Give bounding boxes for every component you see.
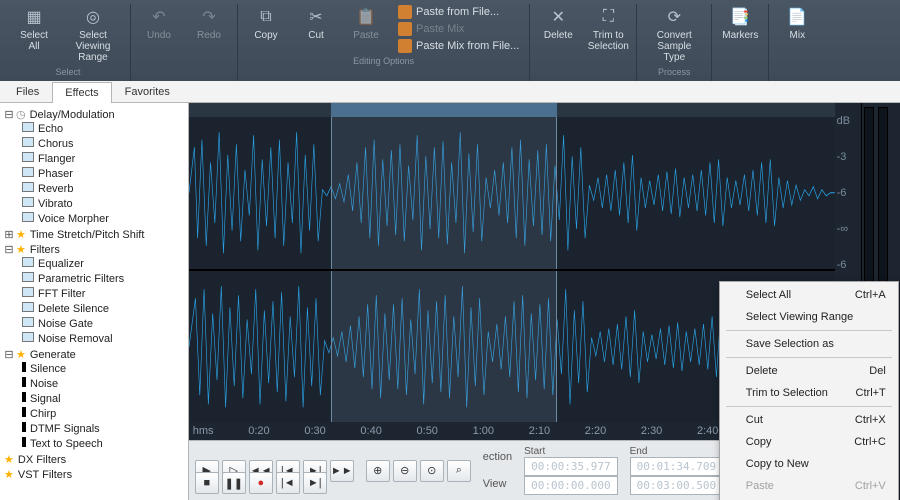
select-all-button[interactable]: ▦Select All <box>12 4 56 65</box>
copy-button[interactable]: ⧉Copy <box>244 4 288 54</box>
effects-tree: ⊟◷Delay/Modulation Echo Chorus Flanger P… <box>2 107 186 482</box>
tree-node-generate[interactable]: ⊟★Generate Silence Noise Signal Chirp DT… <box>4 347 186 452</box>
paste-from-file-button[interactable]: Paste from File... <box>394 4 523 20</box>
tree-node-time-stretch[interactable]: ⊞★Time Stretch/Pitch Shift <box>4 227 186 242</box>
paste-mix-button: Paste Mix <box>394 21 523 37</box>
ctx-copy[interactable]: CopyCtrl+C <box>722 431 896 453</box>
copy-icon: ⧉ <box>255 6 277 28</box>
select-all-icon: ▦ <box>23 6 45 28</box>
markers-button[interactable]: 📑Markers <box>718 4 762 54</box>
process-group-label: Process <box>658 67 691 77</box>
paste-button[interactable]: 📋Paste <box>344 4 388 54</box>
tree-leaf-dtmf[interactable]: DTMF Signals <box>18 421 186 436</box>
paste-mix-from-file-button[interactable]: Paste Mix from File... <box>394 38 523 54</box>
selection-end-value: 00:01:34.709 <box>630 457 723 476</box>
file-icon <box>398 39 412 53</box>
ctx-select-viewing-range[interactable]: Select Viewing Range <box>722 306 896 328</box>
file-icon <box>398 22 412 36</box>
start-label: Start <box>524 446 617 457</box>
redo-button[interactable]: ↷Redo <box>187 4 231 54</box>
tree-leaf-signal[interactable]: Signal <box>18 391 186 406</box>
tree-leaf-equalizer[interactable]: Equalizer <box>18 256 186 271</box>
zoom-in-button[interactable]: ⊕ <box>366 460 390 482</box>
tree-leaf-reverb[interactable]: Reverb <box>18 181 186 196</box>
ctx-select-all[interactable]: Select AllCtrl+A <box>722 284 896 306</box>
markers-icon: 📑 <box>729 6 751 28</box>
prev-marker-button[interactable]: |◄ <box>276 472 300 494</box>
select-group-label: Select <box>55 67 80 77</box>
ribbon: ▦Select All ◎Select Viewing Range Select… <box>0 0 900 81</box>
tree-leaf-parametric-filters[interactable]: Parametric Filters <box>18 271 186 286</box>
stop-button[interactable]: ■ <box>195 472 219 494</box>
tree-leaf-noise-gate[interactable]: Noise Gate <box>18 316 186 331</box>
timeline-overview[interactable] <box>189 103 835 117</box>
redo-icon: ↷ <box>198 6 220 28</box>
zoom-fit-button[interactable]: ⊙ <box>420 460 444 482</box>
select-viewing-range-button[interactable]: ◎Select Viewing Range <box>62 4 124 65</box>
trim-icon: ⛶ <box>597 6 619 28</box>
tree-leaf-delete-silence[interactable]: Delete Silence <box>18 301 186 316</box>
selection-start-value: 00:00:35.977 <box>524 457 617 476</box>
view-start-value: 00:00:00.000 <box>524 476 617 495</box>
pause-button[interactable]: ❚❚ <box>222 472 246 494</box>
mix-icon: 📄 <box>786 6 808 28</box>
paste-icon: 📋 <box>355 6 377 28</box>
next-marker-button[interactable]: ►| <box>303 472 327 494</box>
tree-node-delay-modulation[interactable]: ⊟◷Delay/Modulation Echo Chorus Flanger P… <box>4 107 186 227</box>
tree-leaf-voice-morpher[interactable]: Voice Morpher <box>18 211 186 226</box>
tree-leaf-silence[interactable]: Silence <box>18 361 186 376</box>
cut-button[interactable]: ✂Cut <box>294 4 338 54</box>
tab-files[interactable]: Files <box>3 81 52 102</box>
side-tabs: Files Effects Favorites <box>0 81 900 103</box>
convert-sample-type-button[interactable]: ⟳Convert Sample Type <box>643 4 705 65</box>
ctx-copy-to-new[interactable]: Copy to New <box>722 453 896 475</box>
undo-button[interactable]: ↶Undo <box>137 4 181 54</box>
ctx-paste: PasteCtrl+V <box>722 475 896 497</box>
cut-icon: ✂ <box>305 6 327 28</box>
end-label: End <box>630 446 723 457</box>
tree-node-filters[interactable]: ⊟★Filters Equalizer Parametric Filters F… <box>4 242 186 347</box>
forward-button[interactable]: ►► <box>330 460 354 482</box>
selection-label: ection <box>483 451 512 463</box>
tree-leaf-noise[interactable]: Noise <box>18 376 186 391</box>
tree-node-dx-filters[interactable]: ★DX Filters <box>4 452 186 467</box>
tree-node-vst-filters[interactable]: ★VST Filters <box>4 467 186 482</box>
convert-icon: ⟳ <box>663 6 685 28</box>
ctx-trim-to-selection[interactable]: Trim to SelectionCtrl+T <box>722 382 896 404</box>
tree-leaf-echo[interactable]: Echo <box>18 121 186 136</box>
main-area: ⊟◷Delay/Modulation Echo Chorus Flanger P… <box>0 103 900 500</box>
file-icon <box>398 5 412 19</box>
tree-leaf-tts[interactable]: Text to Speech <box>18 436 186 451</box>
undo-icon: ↶ <box>148 6 170 28</box>
ctx-save-selection-as[interactable]: Save Selection as <box>722 333 896 355</box>
zoom-out-button[interactable]: ⊖ <box>393 460 417 482</box>
tree-leaf-chorus[interactable]: Chorus <box>18 136 186 151</box>
tree-leaf-fft-filter[interactable]: FFT Filter <box>18 286 186 301</box>
ctx-cut[interactable]: CutCtrl+X <box>722 409 896 431</box>
context-menu: Select AllCtrl+A Select Viewing Range Sa… <box>719 281 899 500</box>
view-end-value: 00:03:00.500 <box>630 476 723 495</box>
delete-icon: ✕ <box>547 6 569 28</box>
waveform-area: hms0:200:300:400:501:002:102:202:302:402… <box>189 103 835 500</box>
editing-group-label: Editing Options <box>353 56 414 66</box>
ctx-delete[interactable]: DeleteDel <box>722 360 896 382</box>
tree-leaf-chirp[interactable]: Chirp <box>18 406 186 421</box>
effects-tree-panel: ⊟◷Delay/Modulation Echo Chorus Flanger P… <box>0 103 189 500</box>
waveform-channel-left[interactable] <box>189 117 835 269</box>
zoom-sel-button[interactable]: ⌕ <box>447 460 471 482</box>
delete-button[interactable]: ✕Delete <box>536 4 580 54</box>
mix-button[interactable]: 📄Mix <box>775 4 819 54</box>
tree-leaf-phaser[interactable]: Phaser <box>18 166 186 181</box>
viewing-range-icon: ◎ <box>82 6 104 28</box>
tab-effects[interactable]: Effects <box>52 82 111 103</box>
view-label: View <box>483 478 512 490</box>
trim-to-selection-button[interactable]: ⛶Trim to Selection <box>586 4 630 54</box>
tab-favorites[interactable]: Favorites <box>112 81 183 102</box>
tree-leaf-flanger[interactable]: Flanger <box>18 151 186 166</box>
tree-leaf-vibrato[interactable]: Vibrato <box>18 196 186 211</box>
record-button[interactable]: ● <box>249 472 273 494</box>
tree-leaf-noise-removal[interactable]: Noise Removal <box>18 331 186 346</box>
